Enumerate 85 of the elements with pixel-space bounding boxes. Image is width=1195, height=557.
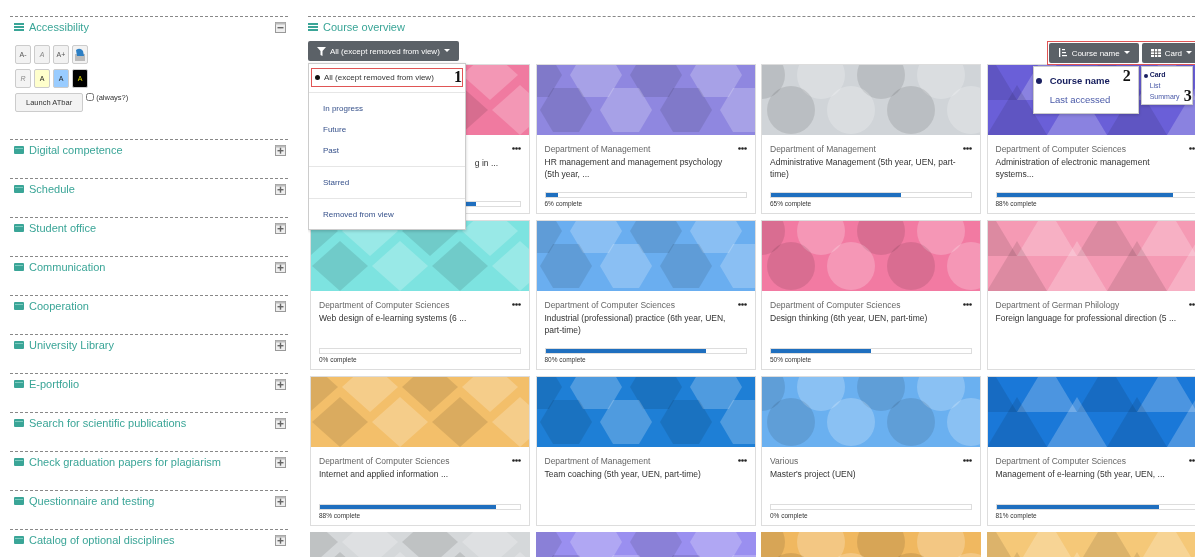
expand-icon[interactable] xyxy=(275,534,286,546)
expand-icon[interactable] xyxy=(275,417,286,429)
block-icon xyxy=(14,536,24,544)
bucket-icon[interactable] xyxy=(72,45,88,64)
expand-icon[interactable] xyxy=(275,378,286,390)
bullet-icon xyxy=(1035,78,1042,84)
block-icon xyxy=(14,458,24,466)
more-icon[interactable] xyxy=(963,459,972,462)
department-label: Department of Management xyxy=(544,144,652,154)
course-card[interactable]: Department of Management Team coaching (5th year, UEN, part-time) xyxy=(535,376,756,526)
more-icon[interactable] xyxy=(963,303,972,306)
course-name[interactable]: Management of e-learning (5th year, UEN, ... xyxy=(995,469,1189,481)
sort-dropdown-button[interactable]: Course name xyxy=(1048,43,1139,63)
department-label: Department of Management xyxy=(770,144,877,154)
filter-icon xyxy=(317,46,326,56)
department-label: Department of Management xyxy=(544,456,652,466)
more-icon[interactable] xyxy=(512,303,521,306)
bullet-icon xyxy=(315,75,320,80)
block-icon xyxy=(14,185,24,193)
expand-icon[interactable] xyxy=(275,144,286,156)
department-label: Department of Computer Sciences xyxy=(770,300,902,310)
more-icon[interactable] xyxy=(737,147,747,150)
more-icon[interactable] xyxy=(1188,303,1195,306)
department-label: Department of Computer Sciences xyxy=(995,456,1127,466)
filter-dropdown-button[interactable]: All (except removed from view) xyxy=(308,41,459,61)
course-card[interactable]: Department of German Philology Foreign language for professional direction (5 ... xyxy=(986,220,1195,370)
expand-icon[interactable] xyxy=(275,300,286,312)
menu-item[interactable]: In progress xyxy=(309,98,465,119)
course-name[interactable]: HR management and management psychology (5th year, ... xyxy=(544,157,738,181)
expand-icon[interactable] xyxy=(275,183,286,195)
department-label: Various xyxy=(770,456,800,466)
department-label: Department of Computer Sciences xyxy=(319,456,451,466)
collapse-icon[interactable] xyxy=(275,21,286,33)
hamburger-icon xyxy=(14,23,24,31)
caret-icon xyxy=(1123,51,1130,55)
more-icon[interactable] xyxy=(737,303,747,306)
block-icon xyxy=(14,224,24,232)
course-name[interactable]: Foreign language for professional direction (5 ... xyxy=(995,313,1189,325)
course-name[interactable]: Internet and applied information ... xyxy=(319,469,512,481)
block-icon xyxy=(14,146,24,154)
grid-icon xyxy=(1150,49,1161,57)
annotation-number: 3 xyxy=(1183,87,1192,105)
department-label: Department of Computer Sciences xyxy=(319,300,451,310)
course-name[interactable]: Administration of electronic management systems... xyxy=(995,157,1189,181)
expand-icon[interactable] xyxy=(275,456,286,468)
caret-icon xyxy=(443,49,450,53)
menu-item[interactable]: Future xyxy=(309,119,465,140)
expand-icon[interactable] xyxy=(275,339,286,351)
annotation-number: 2 xyxy=(1122,67,1131,85)
more-icon[interactable] xyxy=(1188,459,1195,462)
menu-item[interactable]: Starred xyxy=(309,172,465,193)
course-name[interactable]: Administrative Management (5th year, UEN, part-time) xyxy=(770,157,963,181)
expand-icon[interactable] xyxy=(275,222,286,234)
section-title: Course overview xyxy=(323,21,405,33)
block-icon xyxy=(14,341,24,349)
block-icon xyxy=(14,497,24,505)
more-icon[interactable] xyxy=(512,459,521,462)
expand-icon[interactable] xyxy=(275,261,286,273)
course-name[interactable]: Web design of e-learning systems (6 ... xyxy=(319,313,512,325)
more-icon[interactable] xyxy=(512,147,521,150)
department-label: Department of Computer Sciences xyxy=(995,144,1127,154)
menu-item[interactable]: Past xyxy=(309,140,465,161)
expand-icon[interactable] xyxy=(275,495,286,507)
hamburger-icon xyxy=(308,23,318,31)
menu-item[interactable]: Course name xyxy=(1033,71,1110,90)
block-icon xyxy=(14,263,24,271)
caret-icon xyxy=(1186,51,1192,55)
more-icon[interactable] xyxy=(963,147,972,150)
view-dropdown-button[interactable]: Card xyxy=(1141,43,1195,63)
menu-item[interactable]: Last accessed xyxy=(1033,90,1111,109)
more-icon[interactable] xyxy=(1188,147,1195,150)
block-icon xyxy=(14,380,24,388)
block-icon xyxy=(14,302,24,310)
department-label: Department of German Philology xyxy=(995,300,1121,310)
course-name[interactable]: Industrial (professional) practice (6th year, UEN, part-time) xyxy=(544,313,738,337)
department-label: Department of Computer Sciences xyxy=(544,300,676,310)
annotation-number: 1 xyxy=(454,68,462,86)
bullet-icon xyxy=(1143,73,1148,78)
course-name[interactable]: Master's project (UEN) xyxy=(770,469,963,481)
always-checkbox[interactable] xyxy=(86,93,95,101)
block-icon xyxy=(14,419,24,427)
course-name[interactable]: Team coaching (5th year, UEN, part-time) xyxy=(544,469,738,481)
sort-icon xyxy=(1057,48,1068,58)
more-icon[interactable] xyxy=(737,459,747,462)
course-name[interactable]: Design thinking (6th year, UEN, part-time) xyxy=(770,313,963,325)
